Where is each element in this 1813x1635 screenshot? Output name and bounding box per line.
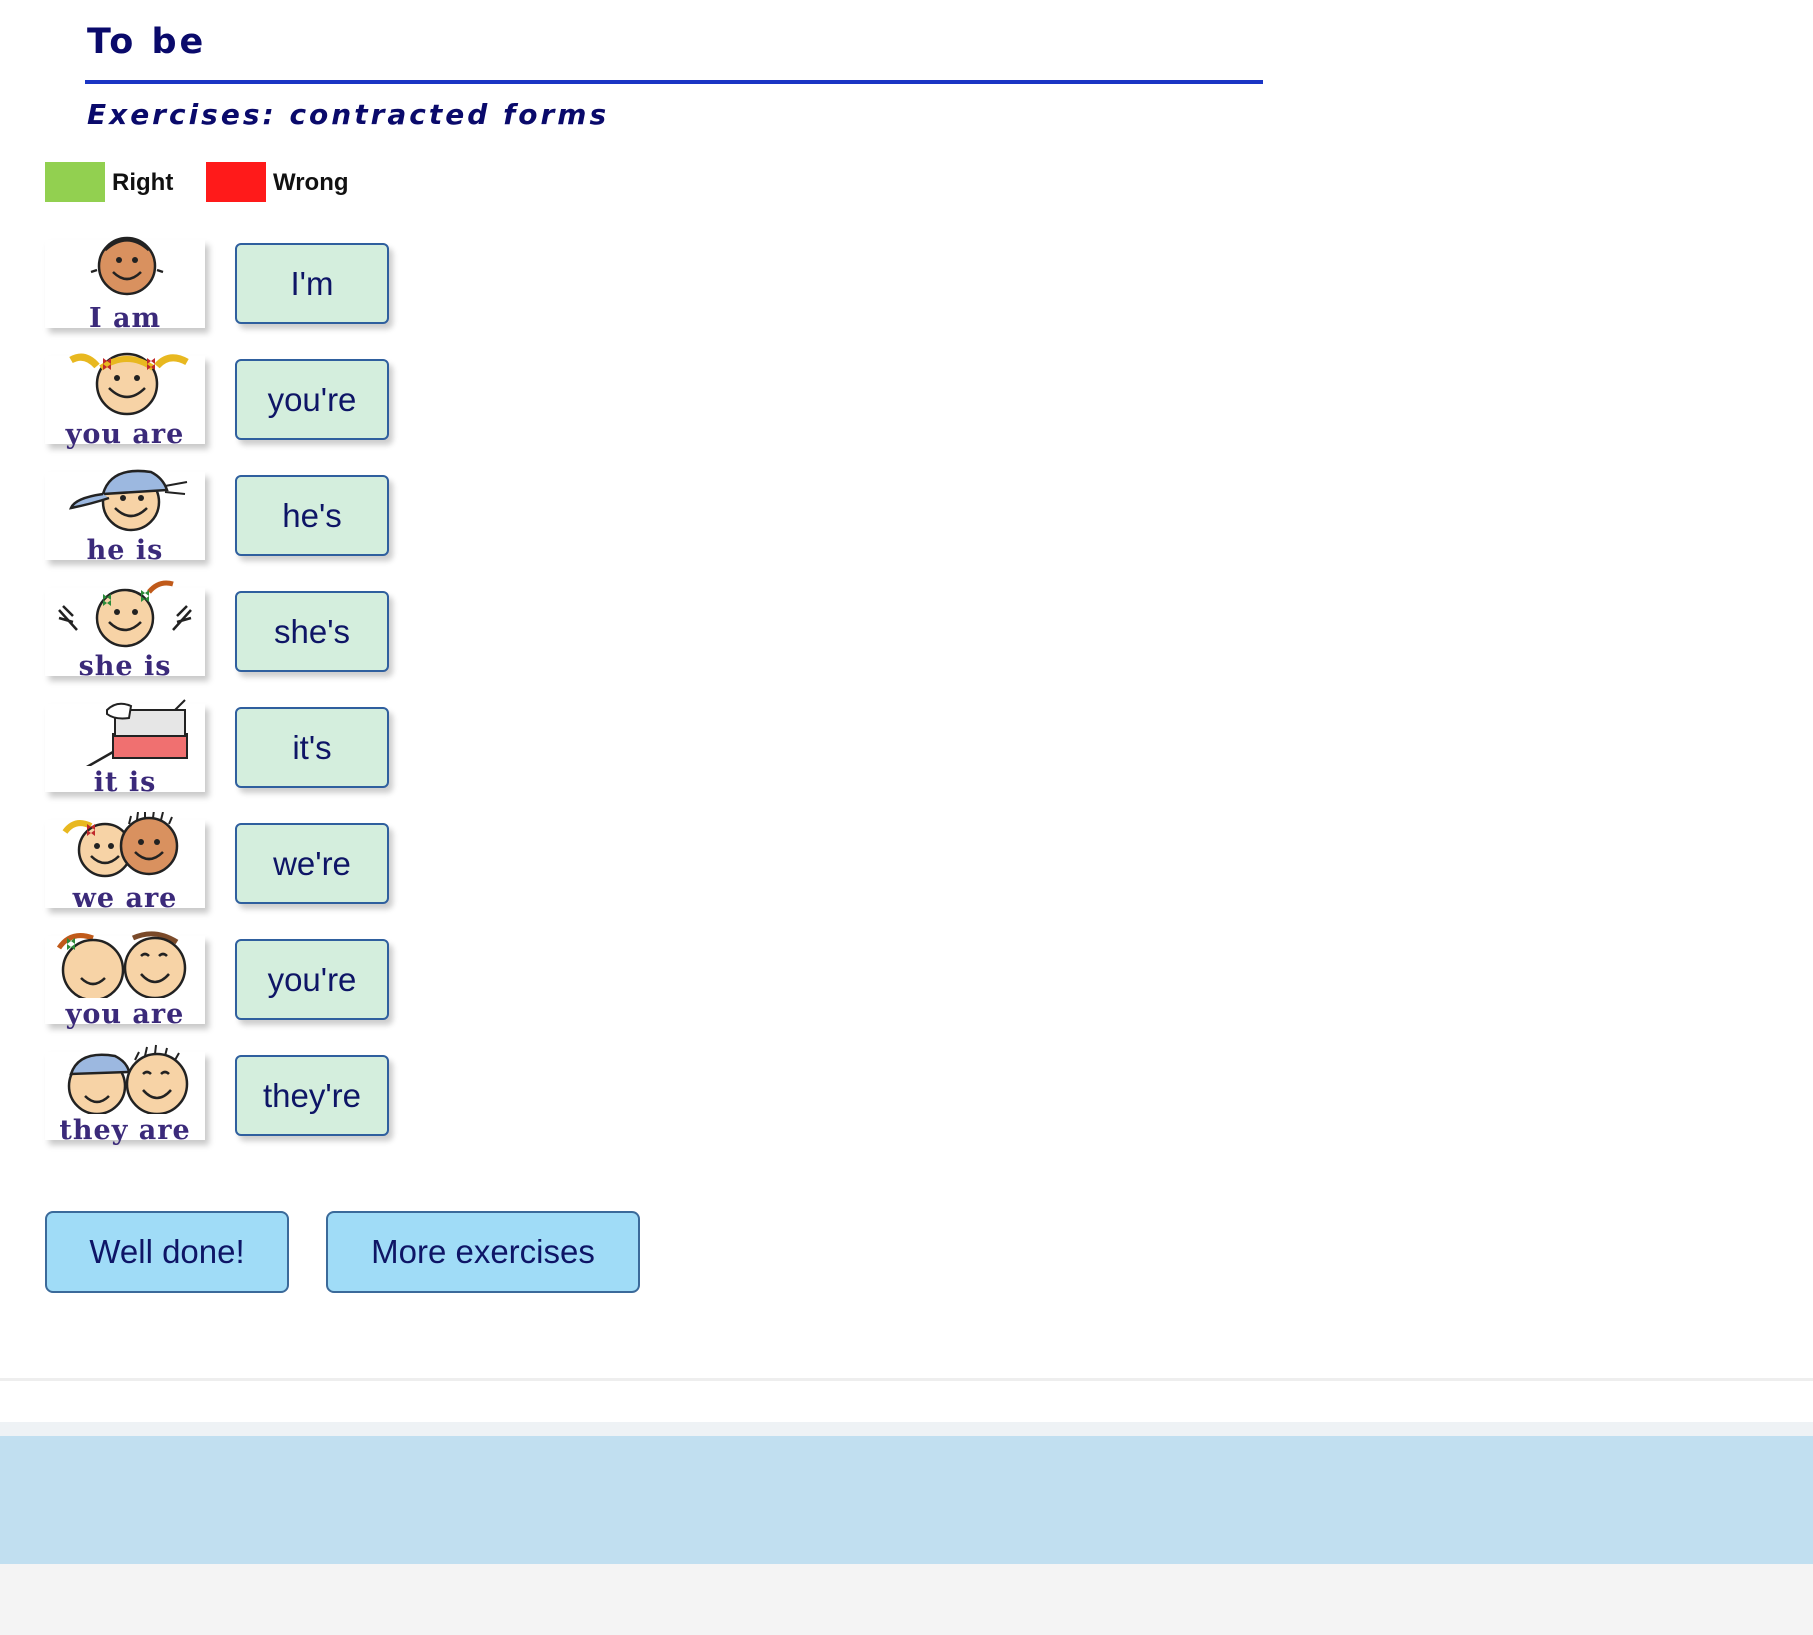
footer-top-strip [0, 1422, 1813, 1436]
exercise-picture: they are [45, 1044, 205, 1146]
boy-face-icon [90, 236, 164, 296]
two-children-icon [62, 812, 179, 878]
exercise-row: you are you're [45, 931, 445, 1031]
exercise-picture: she is [45, 580, 205, 682]
two-kids-icon [67, 1044, 189, 1114]
picture-caption: she is [78, 651, 172, 682]
picture-caption: they are [59, 1115, 191, 1146]
exercise-row: he is he's [45, 469, 445, 567]
legend-right-label: Right [112, 169, 174, 196]
answer-box[interactable]: you're [235, 939, 389, 1020]
answer-box[interactable]: she's [235, 591, 389, 672]
footer-divider [0, 1378, 1813, 1381]
girl-waving-icon [58, 580, 192, 648]
right-color-swatch [45, 162, 105, 202]
answer-box[interactable]: it's [235, 707, 389, 788]
exercise-row: you are you're [45, 352, 445, 451]
answer-box[interactable]: you're [235, 359, 389, 440]
two-girls-icon [56, 931, 187, 998]
page-title: To be [87, 22, 207, 62]
girl-face-icon [69, 352, 189, 416]
picture-caption: it is [93, 767, 157, 798]
exercise-picture: you are [45, 352, 205, 450]
answer-box[interactable]: we're [235, 823, 389, 904]
page-header: To be [85, 18, 1263, 84]
picture-caption: you are [65, 999, 185, 1030]
exercise-picture: you are [45, 931, 205, 1030]
exercise-row: they are they're [45, 1044, 445, 1147]
footer-band [0, 1436, 1813, 1564]
answer-box[interactable]: they're [235, 1055, 389, 1136]
legend-wrong-label: Wrong [273, 169, 349, 196]
check-button[interactable]: Well done! [45, 1211, 289, 1293]
exercise-row: she is she's [45, 580, 445, 683]
exercise-subtitle: Exercises: contracted forms [87, 98, 610, 131]
answer-box[interactable]: he's [235, 475, 389, 556]
dog-in-wagon-icon [85, 699, 188, 766]
picture-caption: I am [88, 303, 162, 334]
exercise-picture: he is [45, 469, 205, 566]
exercise-row: I am I'm [45, 236, 445, 335]
boy-with-cap-icon [68, 469, 188, 532]
wrong-color-swatch [206, 162, 266, 202]
footer-bottom [0, 1564, 1813, 1635]
more-exercises-button[interactable]: More exercises [326, 1211, 640, 1293]
exercise-row: it is it's [45, 699, 445, 799]
picture-caption: he is [86, 535, 164, 566]
exercise-picture: it is [45, 699, 205, 798]
exercise-picture: I am [45, 236, 205, 334]
picture-caption: you are [65, 419, 185, 450]
answer-box[interactable]: I'm [235, 243, 389, 324]
picture-caption: we are [72, 883, 178, 914]
exercise-row: we are we're [45, 812, 445, 915]
exercise-picture: we are [45, 812, 205, 914]
